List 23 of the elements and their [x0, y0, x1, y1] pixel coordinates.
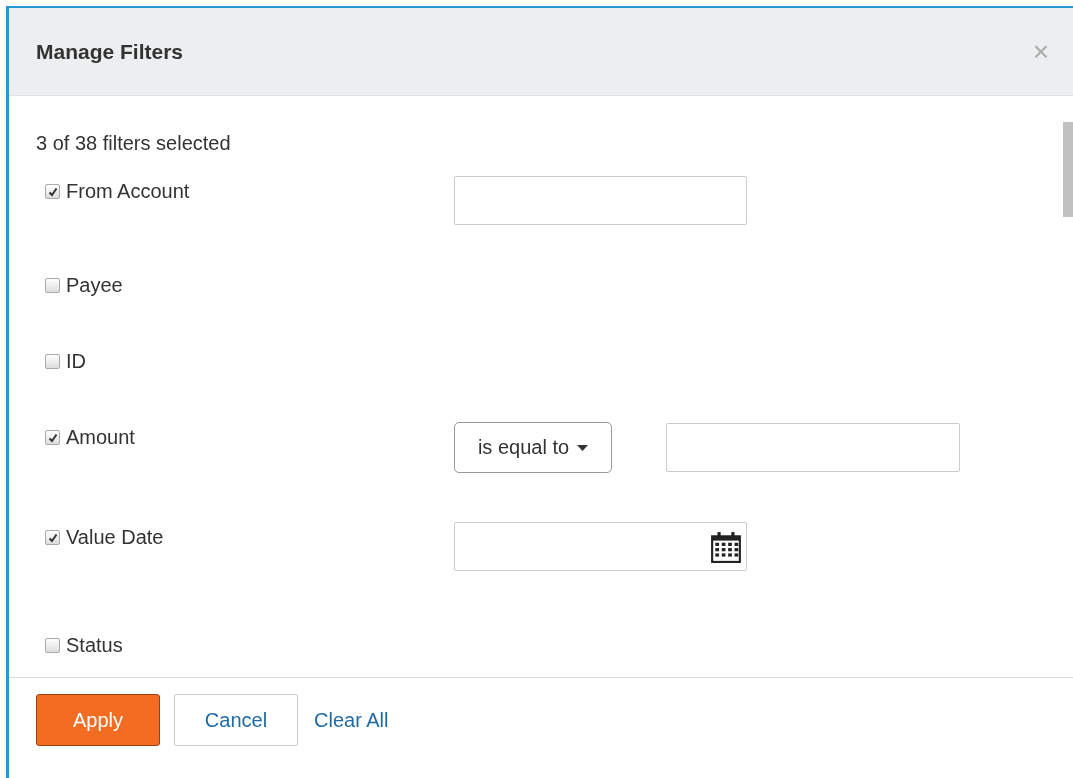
checkbox[interactable]	[45, 184, 60, 199]
filter-label: From Account	[66, 180, 190, 203]
input-field[interactable]	[666, 423, 960, 472]
apply-button[interactable]: Apply	[36, 694, 160, 746]
filter-label: ID	[66, 350, 86, 373]
checkbox[interactable]	[45, 430, 60, 445]
checkbox[interactable]	[45, 530, 60, 545]
clear-link[interactable]: Clear All	[312, 694, 391, 746]
dialog-title: Manage Filters	[36, 39, 184, 64]
filter-label: Value Date	[66, 526, 164, 549]
calendar-icon[interactable]	[710, 530, 742, 563]
filter-label: Status	[66, 634, 123, 657]
filter-label: Payee	[66, 274, 123, 297]
date-field[interactable]	[454, 522, 747, 571]
checkbox[interactable]	[45, 638, 60, 653]
checkbox[interactable]	[45, 354, 60, 369]
operator-dropdown[interactable]: is equal to	[454, 422, 612, 473]
input-field[interactable]	[454, 176, 747, 225]
filter-label: Amount	[66, 426, 135, 449]
cancel-button[interactable]: Cancel	[174, 694, 298, 746]
checkbox[interactable]	[45, 278, 60, 293]
selection-summary: 3 of 38 filters selected	[35, 132, 232, 155]
caret-icon	[577, 444, 589, 451]
